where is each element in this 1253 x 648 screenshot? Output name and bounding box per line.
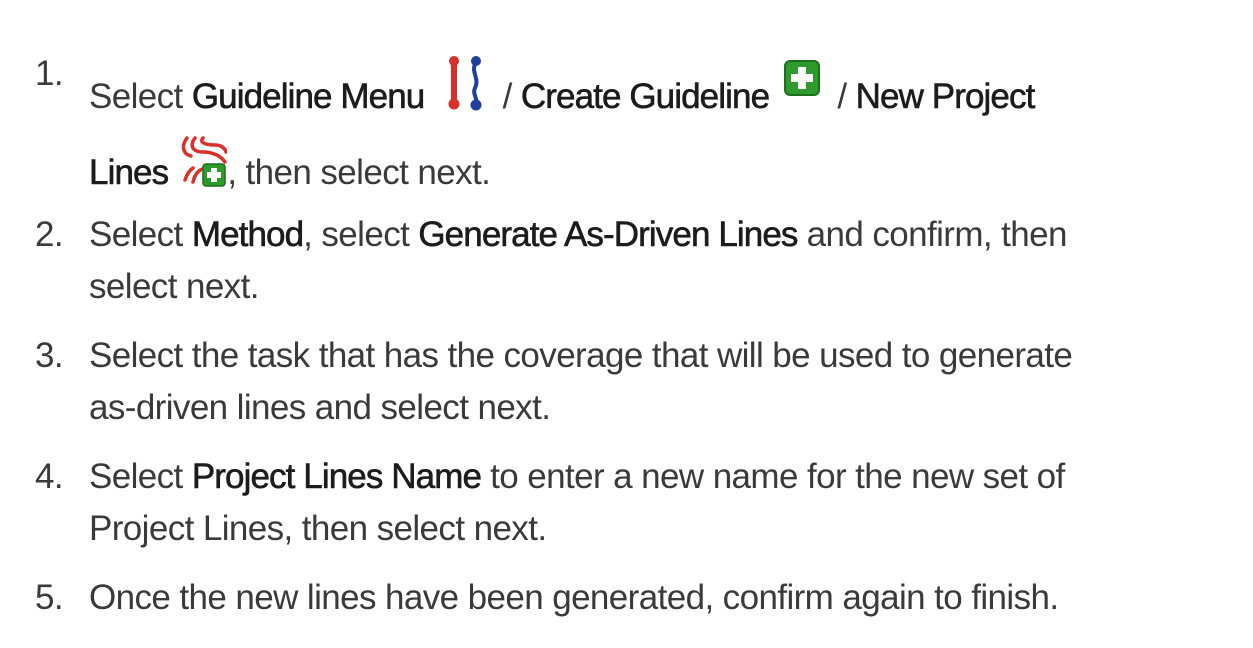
step-1: 1. Select Guideline Menu / Create Guidel…	[35, 48, 1245, 192]
step-3-line-2: as-driven lines and select next.	[89, 388, 551, 427]
generate-as-driven-lines-label: Generate As-Driven Lines	[418, 215, 799, 255]
step-number: 3.	[35, 336, 64, 375]
create-guideline-label: Create Guideline	[520, 77, 771, 117]
step-1-line-2: Lines , then select next.	[89, 128, 491, 199]
step-2-line-2: select next.	[89, 267, 259, 306]
step-number: 1.	[35, 54, 64, 93]
step-text: to enter a new name for the new set of	[481, 457, 1065, 496]
create-guideline-icon	[784, 60, 821, 96]
method-label: Method	[191, 215, 305, 255]
new-project-label: New Project	[855, 77, 1035, 117]
step-5-body: Once the new lines have been generated, …	[89, 572, 1245, 624]
step-5: 5. Once the new lines have been generate…	[35, 578, 1245, 648]
guideline-menu-label: Guideline Menu	[191, 77, 426, 117]
guideline-menu-icon	[442, 54, 488, 114]
step-text: Select	[89, 457, 192, 496]
step-text: /	[493, 77, 521, 116]
step-4: 4. Select Project Lines Name to enter a …	[35, 457, 1245, 579]
step-text: and confirm, then	[797, 215, 1068, 254]
step-4-line-1: Select Project Lines Name to enter a new…	[89, 451, 1245, 503]
step-text: Select	[89, 215, 192, 254]
step-number: 5.	[35, 578, 64, 617]
step-3-line-1: Select the task that has the coverage th…	[89, 336, 1073, 375]
step-2-line-1: Select Method, select Generate As-Driven…	[89, 209, 1245, 261]
project-lines-name-label: Project Lines Name	[191, 457, 483, 497]
new-project-lines-icon	[181, 136, 228, 192]
step-text: Select	[89, 77, 192, 116]
step-2-body: Select Method, select Generate As-Driven…	[89, 209, 1245, 313]
step-number: 4.	[35, 457, 64, 496]
step-number: 2.	[35, 215, 64, 254]
step-2: 2. Select Method, select Generate As-Dri…	[35, 215, 1245, 337]
step-text: /	[828, 77, 856, 116]
step-4-body: Select Project Lines Name to enter a new…	[89, 451, 1245, 555]
lines-label: Lines	[89, 153, 170, 193]
step-5-line-1: Once the new lines have been generated, …	[89, 578, 1059, 617]
step-3: 3. Select the task that has the coverage…	[35, 336, 1245, 458]
step-4-line-2: Project Lines, then select next.	[89, 509, 547, 548]
step-text: , then select next.	[227, 153, 491, 192]
step-1-line-1: Select Guideline Menu / Create Guideline…	[89, 48, 1245, 128]
step-3-body: Select the task that has the coverage th…	[89, 330, 1245, 434]
step-text: , select	[303, 215, 419, 254]
